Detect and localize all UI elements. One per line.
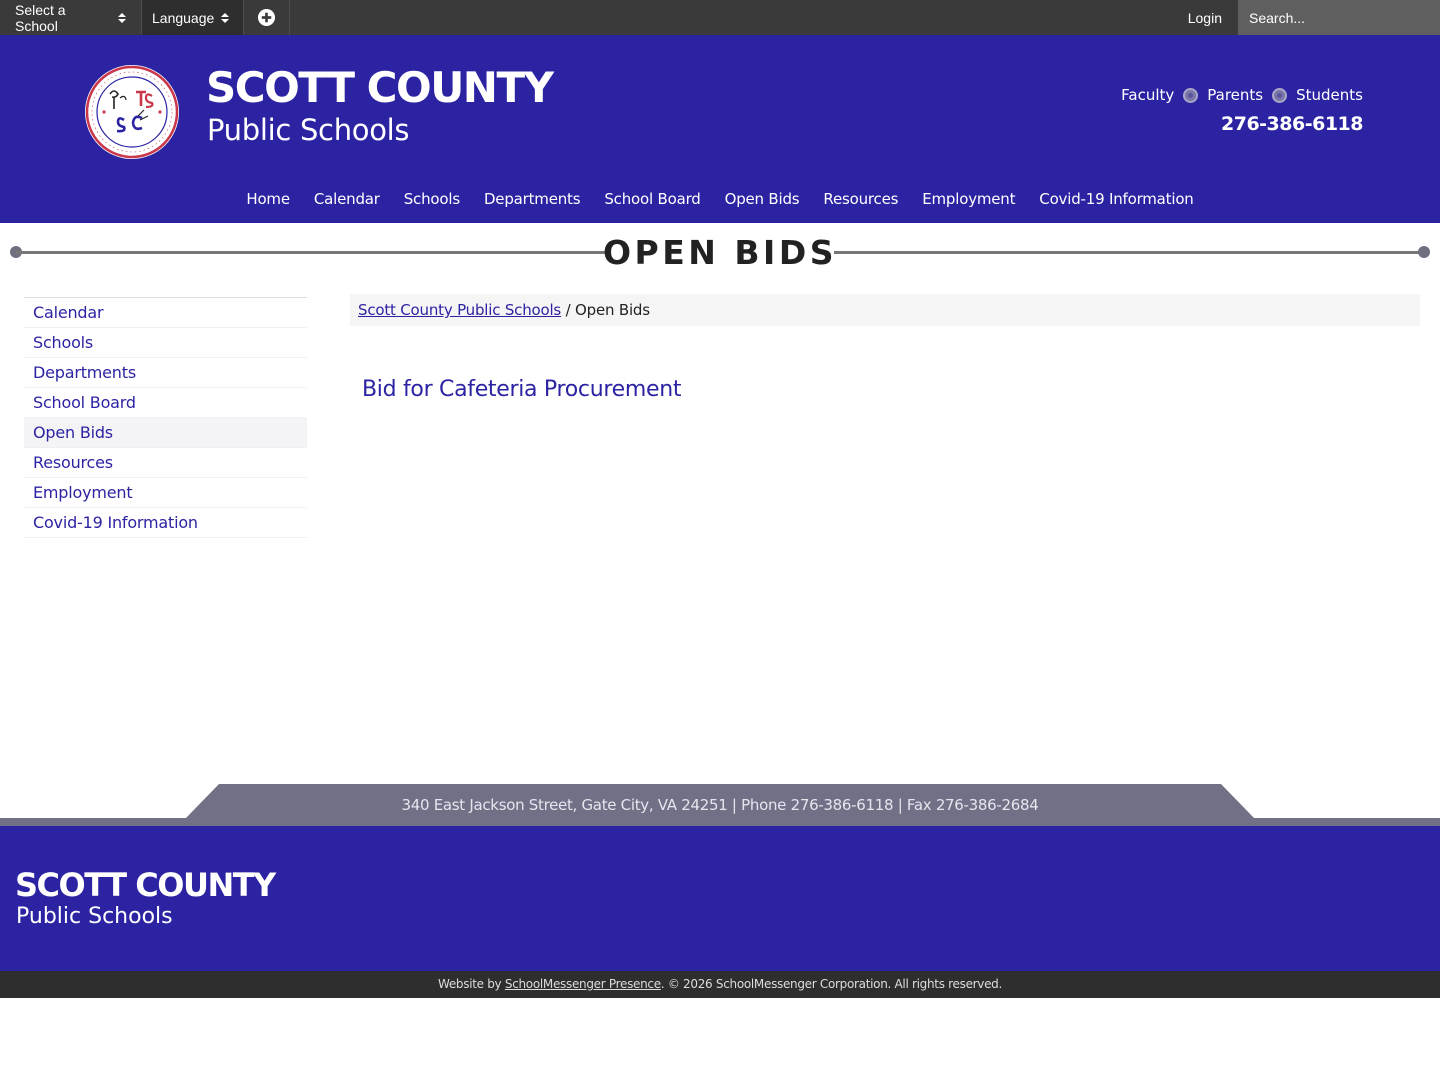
sidebar-item-resources[interactable]: Resources [24, 448, 307, 478]
nav-departments[interactable]: Departments [472, 190, 592, 208]
faculty-link[interactable]: Faculty [1121, 86, 1174, 104]
add-shortcut-button[interactable] [244, 0, 290, 35]
footer-main: SCOTT COUNTY Public Schools [0, 826, 1440, 971]
footer-address-bar: 340 East Jackson Street, Gate City, VA 2… [0, 784, 1440, 826]
language-dropdown[interactable]: Language [142, 0, 244, 35]
footer-credits: Website by SchoolMessenger Presence. © 2… [0, 971, 1440, 998]
footer-site-title[interactable]: SCOTT COUNTY [15, 866, 276, 904]
nav-open-bids[interactable]: Open Bids [713, 190, 812, 208]
schoolmessenger-presence-link[interactable]: SchoolMessenger Presence [505, 977, 661, 991]
site-title[interactable]: SCOTT COUNTY [206, 63, 554, 113]
nav-resources[interactable]: Resources [811, 190, 910, 208]
sidebar-item-employment[interactable]: Employment [24, 478, 307, 508]
main-navigation: Home Calendar Schools Departments School… [0, 190, 1440, 208]
district-seal-logo[interactable] [84, 64, 180, 160]
breadcrumb-separator: / [561, 301, 576, 319]
sidebar-item-covid-19-information[interactable]: Covid-19 Information [24, 508, 307, 538]
phone-number[interactable]: 276-386-6118 [1221, 113, 1363, 135]
login-link[interactable]: Login [1172, 0, 1238, 35]
select-school-dropdown[interactable]: Select a School [0, 0, 142, 35]
sidebar-item-open-bids[interactable]: Open Bids [24, 418, 307, 448]
footer-site-subtitle: Public Schools [16, 904, 173, 929]
sort-caret-icon [118, 12, 126, 23]
nav-covid-19-information[interactable]: Covid-19 Information [1027, 190, 1205, 208]
breadcrumb-home-link[interactable]: Scott County Public Schools [358, 301, 561, 319]
nav-schools[interactable]: Schools [392, 190, 472, 208]
sidebar-navigation: Calendar Schools Departments School Boar… [24, 297, 307, 538]
select-school-label: Select a School [15, 1, 66, 34]
nav-school-board[interactable]: School Board [592, 190, 712, 208]
dot-separator-icon [1183, 87, 1199, 103]
site-header: SCOTT COUNTY Public Schools Faculty Pare… [0, 35, 1440, 223]
credit-suffix: . © 2026 SchoolMessenger Corporation. Al… [660, 977, 1003, 991]
page-title: OPEN BIDS [603, 233, 837, 272]
dot-separator-icon [1272, 87, 1288, 103]
students-link[interactable]: Students [1296, 86, 1363, 104]
nav-calendar[interactable]: Calendar [302, 190, 392, 208]
search-input[interactable] [1238, 0, 1440, 35]
language-label: Language [152, 9, 215, 26]
breadcrumb: Scott County Public Schools / Open Bids [350, 294, 1420, 326]
nav-employment[interactable]: Employment [910, 190, 1027, 208]
parents-link[interactable]: Parents [1207, 86, 1263, 104]
sidebar-item-calendar[interactable]: Calendar [24, 298, 307, 328]
breadcrumb-current: Open Bids [575, 301, 650, 319]
sort-caret-icon [221, 12, 230, 23]
sidebar-item-school-board[interactable]: School Board [24, 388, 307, 418]
bid-cafeteria-procurement-link[interactable]: Bid for Cafeteria Procurement [362, 377, 682, 402]
site-subtitle: Public Schools [207, 113, 410, 147]
sidebar-item-departments[interactable]: Departments [24, 358, 307, 388]
utility-bar: Select a School Language Login [0, 0, 1440, 35]
nav-home[interactable]: Home [234, 190, 302, 208]
footer-address: 340 East Jackson Street, Gate City, VA 2… [401, 796, 1039, 814]
plus-circle-icon [257, 8, 276, 27]
audience-links: Faculty Parents Students [1121, 86, 1363, 104]
sidebar-item-schools[interactable]: Schools [24, 328, 307, 358]
credit-prefix: Website by [437, 977, 505, 991]
page-title-bar: OPEN BIDS [10, 232, 1430, 274]
